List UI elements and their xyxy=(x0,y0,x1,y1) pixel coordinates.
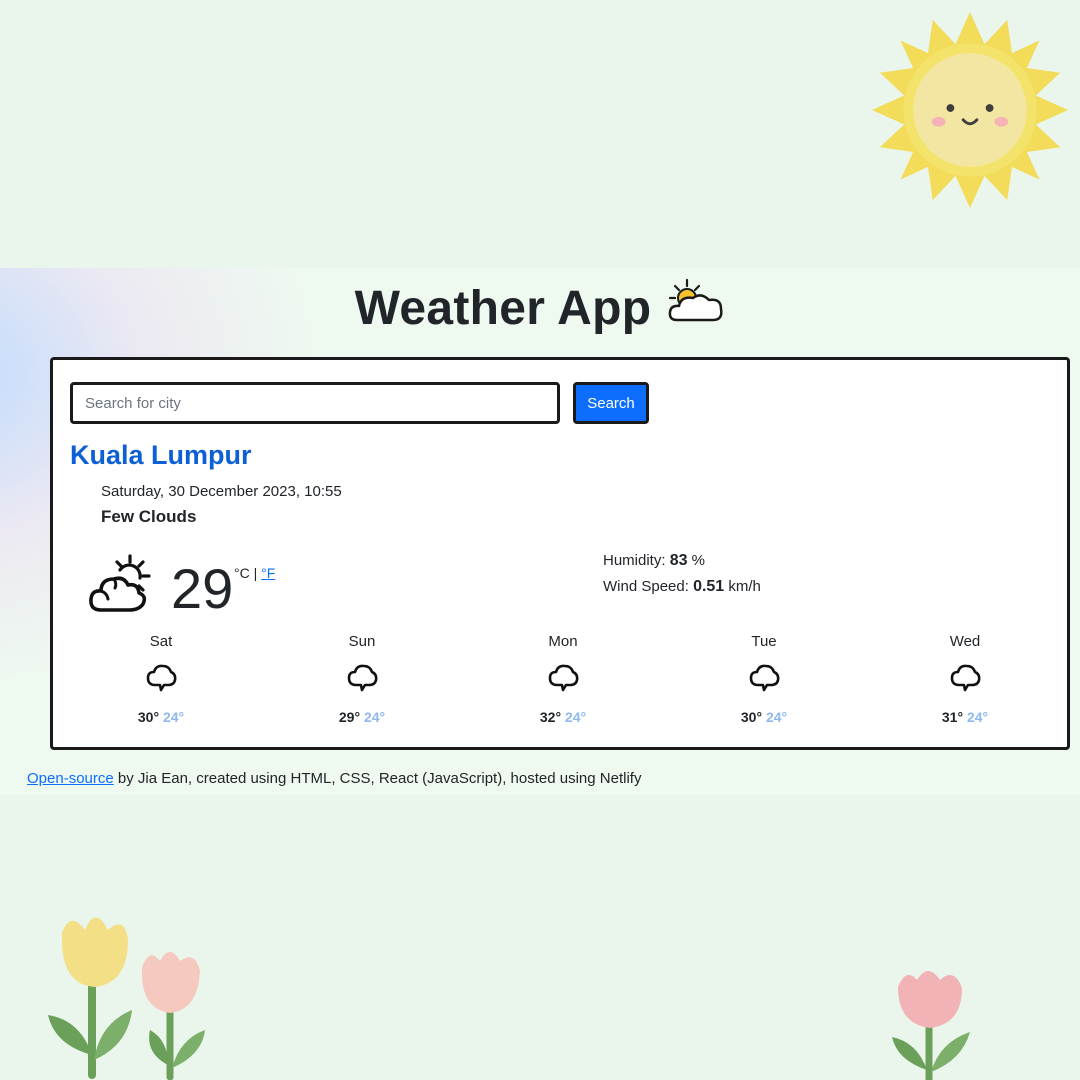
forecast-day: Sun 29° 24° xyxy=(262,633,462,725)
humidity-value: 83 xyxy=(669,552,688,569)
celsius-unit: °C xyxy=(234,565,250,581)
forecast-temps: 32° 24° xyxy=(463,709,663,725)
search-input[interactable] xyxy=(70,382,560,424)
unit-separator: | xyxy=(253,565,258,581)
weather-card: Search Kuala Lumpur Saturday, 30 Decembe… xyxy=(50,357,1070,750)
weather-stats: Humidity: 83 % Wind Speed: 0.51 km/h xyxy=(603,548,761,600)
forecast-high: 30° xyxy=(137,709,160,725)
cloud-icon xyxy=(548,664,579,692)
cloudy-sun-icon xyxy=(89,554,151,612)
unit-toggle: °C | °F xyxy=(234,565,275,581)
current-temperature: 29 xyxy=(171,557,234,620)
forecast: Sat 30° 24° Sun 29° 24° Mon 32° 24° Tue xyxy=(61,633,1061,733)
forecast-low: 24° xyxy=(564,709,587,725)
forecast-day-name: Sun xyxy=(348,633,376,650)
forecast-day: Mon 32° 24° xyxy=(463,633,663,725)
fahrenheit-link[interactable]: °F xyxy=(261,565,275,581)
sun-behind-cloud-icon xyxy=(668,278,723,322)
forecast-low: 24° xyxy=(162,709,185,725)
forecast-low: 24° xyxy=(765,709,788,725)
forecast-day-name: Mon xyxy=(548,633,578,650)
forecast-day-name: Wed xyxy=(949,633,981,650)
current-datetime: Saturday, 30 December 2023, 10:55 xyxy=(101,483,342,500)
wind-label: Wind Speed: xyxy=(603,578,689,595)
forecast-temps: 29° 24° xyxy=(262,709,462,725)
forecast-temps: 30° 24° xyxy=(664,709,864,725)
forecast-low: 24° xyxy=(363,709,386,725)
page-title-text: Weather App xyxy=(354,282,652,335)
sun-illustration xyxy=(872,12,1068,208)
cloud-icon xyxy=(347,664,378,692)
forecast-high: 32° xyxy=(539,709,562,725)
cloud-icon xyxy=(749,664,780,692)
wind-row: Wind Speed: 0.51 km/h xyxy=(603,574,761,600)
forecast-day-name: Tue xyxy=(751,633,777,650)
forecast-low: 24° xyxy=(966,709,989,725)
city-name: Kuala Lumpur xyxy=(70,440,252,470)
forecast-day-name: Sat xyxy=(149,633,173,650)
weather-description: Few Clouds xyxy=(101,507,197,526)
forecast-high: 31° xyxy=(941,709,964,725)
open-source-link[interactable]: Open-source xyxy=(27,770,114,787)
footer: Open-source by Jia Ean, created using HT… xyxy=(27,770,641,787)
tulip-illustration xyxy=(892,971,970,1080)
footer-text: by Jia Ean, created using HTML, CSS, Rea… xyxy=(113,770,642,787)
humidity-row: Humidity: 83 % xyxy=(603,548,761,574)
search-button[interactable]: Search xyxy=(573,382,649,424)
forecast-day: Sat 30° 24° xyxy=(61,633,261,725)
cloud-icon xyxy=(146,664,177,692)
humidity-label: Humidity: xyxy=(603,552,666,569)
forecast-day: Wed 31° 24° xyxy=(865,633,1065,725)
humidity-unit: % xyxy=(691,552,705,569)
wind-value: 0.51 xyxy=(693,578,725,595)
forecast-high: 30° xyxy=(740,709,763,725)
page-title: Weather App xyxy=(0,278,1080,336)
forecast-temps: 31° 24° xyxy=(865,709,1065,725)
forecast-day: Tue 30° 24° xyxy=(664,633,864,725)
cloud-icon xyxy=(950,664,981,692)
forecast-high: 29° xyxy=(338,709,361,725)
tulips-illustration xyxy=(48,917,205,1080)
wind-unit: km/h xyxy=(728,578,761,595)
forecast-temps: 30° 24° xyxy=(61,709,261,725)
